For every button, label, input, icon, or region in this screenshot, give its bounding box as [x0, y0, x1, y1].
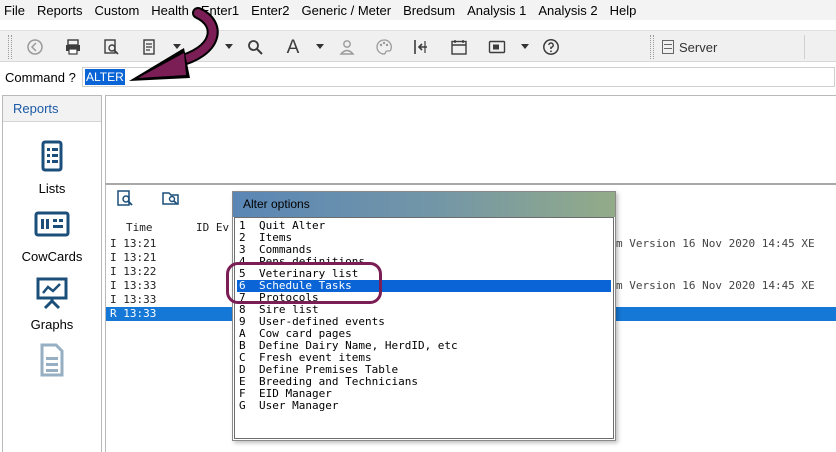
sidebar-item-label: Lists	[38, 181, 66, 196]
toolbar-grip[interactable]	[8, 35, 12, 59]
search-icon[interactable]	[244, 36, 266, 58]
list-icon	[41, 140, 63, 172]
option-label: User Manager	[259, 399, 339, 412]
log-toolbar	[116, 189, 180, 207]
option-key: G	[239, 399, 246, 412]
sidebar-item-spreadsheet[interactable]	[3, 342, 101, 385]
output-pane	[105, 95, 836, 183]
log-message: m Version 16 Nov 2020 14:45 XE	[616, 279, 815, 292]
sidebar-item-lists[interactable]: Lists	[3, 138, 101, 196]
spreadsheet-icon	[40, 343, 64, 377]
column-time: Time	[126, 221, 153, 234]
log-time: I 13:22	[110, 265, 157, 278]
command-label: Command ?	[5, 69, 76, 85]
server-button[interactable]: Server	[662, 35, 717, 59]
font-icon[interactable]: A	[282, 36, 304, 58]
palette-icon[interactable]	[373, 36, 395, 58]
highlight-annotation	[226, 262, 382, 304]
folder-search-icon[interactable]	[162, 189, 180, 207]
preview-icon[interactable]	[116, 189, 134, 207]
command-input[interactable]: ALTER	[82, 67, 835, 87]
indent-left-icon[interactable]	[410, 36, 432, 58]
help-icon[interactable]	[540, 36, 562, 58]
menu-custom[interactable]: Custom	[94, 3, 139, 18]
print-icon[interactable]	[62, 36, 84, 58]
sidebar-title: Reports	[3, 96, 101, 122]
menu-bar: File Reports Custom Health Enter1 Enter2…	[0, 0, 836, 20]
sidebar-item-label: CowCards	[21, 249, 83, 264]
chevron-down-icon[interactable]	[225, 44, 233, 49]
column-id: ID Ev	[196, 221, 230, 234]
menu-enter1[interactable]: Enter1	[201, 3, 239, 18]
options-list: 1 Quit Alter 2 Items 3 Commands 4 Pens definiti…	[234, 217, 614, 439]
chevron-down-icon[interactable]	[316, 44, 324, 49]
menu-reports[interactable]: Reports	[37, 3, 83, 18]
menu-health[interactable]: Health	[151, 3, 189, 18]
cowcard-icon	[34, 211, 70, 237]
dialog-title: Alter options	[233, 192, 615, 217]
option-item[interactable]: 1 Quit Alter	[237, 220, 611, 232]
log-time: I 13:21	[110, 251, 157, 264]
command-row: Command ? ALTER	[0, 66, 836, 88]
menu-analysis-2[interactable]: Analysis 2	[538, 3, 597, 18]
sidebar-item-label: Graphs	[30, 317, 74, 332]
toolbar-grip[interactable]	[650, 35, 654, 59]
graph-icon	[36, 277, 68, 310]
toolbar-extra	[804, 35, 834, 59]
id-card-icon[interactable]	[486, 36, 508, 58]
sidebar: Reports Lists CowCards Graphs	[2, 95, 102, 452]
log-time: I 13:33	[110, 293, 157, 306]
sidebar-item-cowcards[interactable]: CowCards	[3, 206, 101, 264]
menu-enter2[interactable]: Enter2	[251, 3, 289, 18]
log-message: m Version 16 Nov 2020 14:45 XE	[616, 237, 815, 250]
menu-file[interactable]: File	[4, 3, 25, 18]
document-icon[interactable]	[138, 36, 160, 58]
menu-generic-meter[interactable]: Generic / Meter	[301, 3, 391, 18]
alter-options-dialog: Alter options 1 Quit Alter 2 Items 3 Commands…	[232, 191, 616, 441]
menu-bredsum[interactable]: Bredsum	[403, 3, 455, 18]
user-icon[interactable]	[336, 36, 358, 58]
toolbar: A Server	[0, 30, 836, 62]
server-label: Server	[679, 39, 718, 55]
calendar-icon[interactable]	[448, 36, 470, 58]
log-time: R 13:33	[110, 307, 157, 320]
menu-help[interactable]: Help	[610, 3, 637, 18]
command-value: ALTER	[85, 69, 125, 85]
menu-analysis-1[interactable]: Analysis 1	[467, 3, 526, 18]
option-item[interactable]: G User Manager	[237, 400, 611, 412]
log-time: I 13:33	[110, 279, 157, 292]
chevron-down-icon[interactable]	[521, 44, 529, 49]
chevron-down-icon[interactable]	[173, 44, 181, 49]
back-icon[interactable]	[24, 36, 46, 58]
log-time: I 13:21	[110, 237, 157, 250]
print-preview-icon[interactable]	[100, 36, 122, 58]
server-icon	[662, 40, 674, 54]
sidebar-item-graphs[interactable]: Graphs	[3, 274, 101, 332]
